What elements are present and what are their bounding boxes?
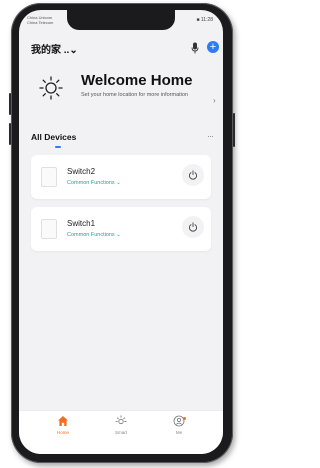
status-time: ■ 11:28 [196,17,213,23]
device-name: Switch2 [67,167,96,176]
tab-all-devices[interactable]: All Devices [31,132,76,142]
device-card[interactable]: Switch2 Common Functions ⌄ [31,155,211,199]
welcome-title: Welcome Home [81,72,193,89]
carrier-info: China Unicom China Telecom [27,15,53,25]
sun-icon [39,76,63,100]
app-screen: China Unicom China Telecom ■ 11:28 我的家 .… [19,10,223,454]
house-icon [58,416,68,426]
device-card[interactable]: Switch1 Common Functions ⌄ [31,207,211,251]
tab-me[interactable]: Me [159,415,199,435]
common-functions-link[interactable]: Common Functions ⌄ [67,232,121,238]
switch-device-icon [41,167,57,187]
tab-label: Me [175,430,183,435]
more-icon[interactable]: ··· [207,131,214,141]
tab-label: Smart [114,430,127,435]
bottom-tab-bar: Home Smart Me [19,410,223,454]
tab-smart[interactable]: Smart [101,415,141,435]
plus-icon: + [209,41,217,53]
home-selector[interactable]: 我的家 ..⌄ [31,41,78,56]
device-name: Switch1 [67,219,96,228]
tab-home[interactable]: Home [43,415,83,435]
sun-icon [115,415,127,425]
welcome-subtitle[interactable]: Set your home location for more informat… [81,92,199,99]
power-button[interactable] [182,164,204,186]
power-icon [188,222,198,232]
tab-indicator [55,146,61,148]
phone-side-button [9,123,11,145]
notch [67,10,175,30]
carrier-line: China Telecom [27,20,54,25]
tab-label: Home [56,430,69,435]
power-icon [188,170,198,180]
power-button[interactable] [182,216,204,238]
phone-side-button [9,93,11,115]
phone-side-button [233,113,235,147]
notification-badge [183,417,186,420]
chevron-right-icon[interactable]: › [213,96,216,105]
switch-device-icon [41,219,57,239]
microphone-icon[interactable] [191,42,199,54]
add-device-button[interactable]: + [207,41,219,53]
common-functions-link[interactable]: Common Functions ⌄ [67,180,121,186]
